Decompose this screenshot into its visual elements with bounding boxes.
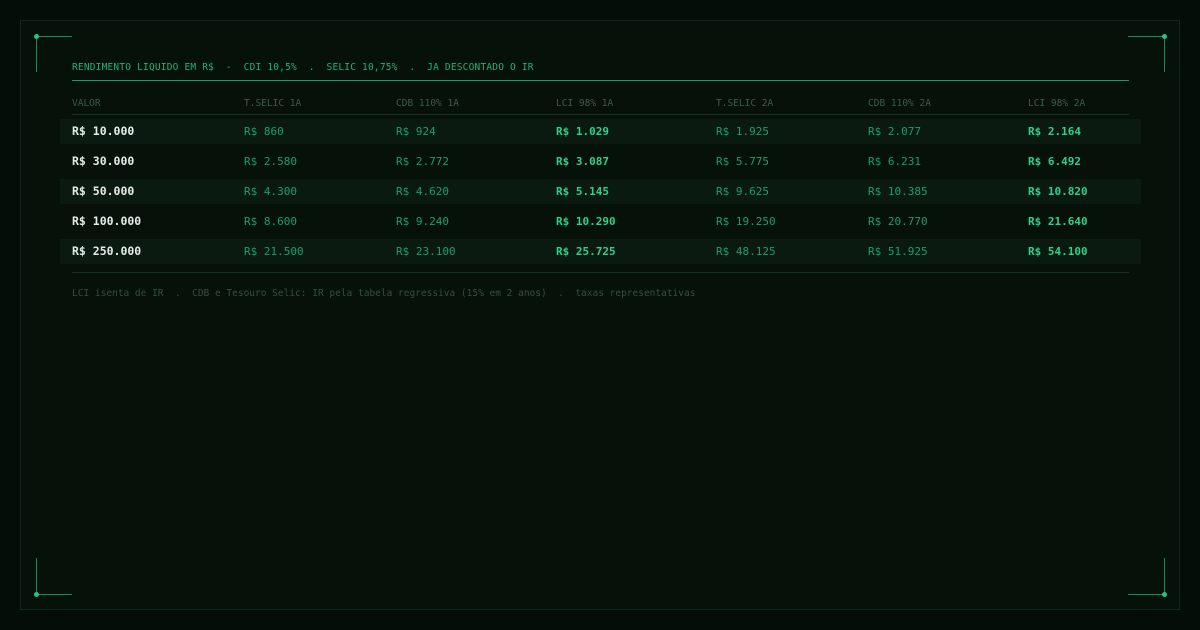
column-header-tselic-2a: T.SELIC 2A [716, 98, 774, 109]
cell-cdb-2a: R$ 2.077 [868, 125, 921, 138]
cell-tselic-2a: R$ 19.250 [716, 215, 776, 228]
cell-cdb-1a: R$ 4.620 [396, 185, 449, 198]
cell-cdb-2a: R$ 20.770 [868, 215, 928, 228]
cell-valor: R$ 10.000 [72, 124, 135, 138]
column-header-tselic-1a: T.SELIC 1A [244, 98, 302, 109]
footnote: LCI isenta de IR . CDB e Tesouro Selic: … [72, 288, 696, 299]
table-row: R$ 10.000 R$ 860 R$ 924 R$ 1.029 R$ 1.92… [60, 119, 1141, 144]
cell-cdb-2a: R$ 51.925 [868, 245, 928, 258]
cell-tselic-1a: R$ 860 [244, 125, 284, 138]
column-header-divider [72, 114, 1129, 115]
cell-valor: R$ 250.000 [72, 244, 142, 258]
cell-cdb-2a: R$ 6.231 [868, 155, 921, 168]
cell-lci-1a: R$ 3.087 [556, 155, 609, 168]
cell-lci-2a: R$ 54.100 [1028, 245, 1088, 258]
table-row: R$ 30.000 R$ 2.580 R$ 2.772 R$ 3.087 R$ … [60, 149, 1141, 174]
column-header-cdb-1a: CDB 110% 1A [396, 98, 459, 109]
cell-cdb-1a: R$ 9.240 [396, 215, 449, 228]
cell-cdb-1a: R$ 2.772 [396, 155, 449, 168]
column-header-lci-2a: LCI 98% 2A [1028, 98, 1086, 109]
cell-tselic-1a: R$ 21.500 [244, 245, 304, 258]
cell-valor: R$ 30.000 [72, 154, 135, 168]
column-header-cdb-2a: CDB 110% 2A [868, 98, 931, 109]
column-header-valor: VALOR [72, 98, 101, 109]
table-row: R$ 100.000 R$ 8.600 R$ 9.240 R$ 10.290 R… [60, 209, 1141, 234]
cell-lci-1a: R$ 1.029 [556, 125, 609, 138]
cell-lci-1a: R$ 25.725 [556, 245, 616, 258]
cell-tselic-1a: R$ 8.600 [244, 215, 297, 228]
cell-cdb-1a: R$ 924 [396, 125, 436, 138]
cell-cdb-1a: R$ 23.100 [396, 245, 456, 258]
cell-tselic-2a: R$ 48.125 [716, 245, 776, 258]
cell-valor: R$ 100.000 [72, 214, 142, 228]
table-row: R$ 250.000 R$ 21.500 R$ 23.100 R$ 25.725… [60, 239, 1141, 264]
cell-lci-1a: R$ 5.145 [556, 185, 609, 198]
cell-lci-1a: R$ 10.290 [556, 215, 616, 228]
cell-tselic-1a: R$ 4.300 [244, 185, 297, 198]
footnote-divider [72, 272, 1129, 273]
table-row: R$ 50.000 R$ 4.300 R$ 4.620 R$ 5.145 R$ … [60, 179, 1141, 204]
cell-lci-2a: R$ 6.492 [1028, 155, 1081, 168]
cell-lci-2a: R$ 2.164 [1028, 125, 1081, 138]
header-divider [72, 80, 1129, 81]
cell-tselic-2a: R$ 1.925 [716, 125, 769, 138]
page-title: RENDIMENTO LIQUIDO EM R$ - CDI 10,5% . S… [72, 62, 534, 73]
cell-cdb-2a: R$ 10.385 [868, 185, 928, 198]
cell-valor: R$ 50.000 [72, 184, 135, 198]
cell-tselic-1a: R$ 2.580 [244, 155, 297, 168]
cell-tselic-2a: R$ 9.625 [716, 185, 769, 198]
cell-lci-2a: R$ 21.640 [1028, 215, 1088, 228]
cell-lci-2a: R$ 10.820 [1028, 185, 1088, 198]
cell-tselic-2a: R$ 5.775 [716, 155, 769, 168]
column-header-lci-1a: LCI 98% 1A [556, 98, 614, 109]
